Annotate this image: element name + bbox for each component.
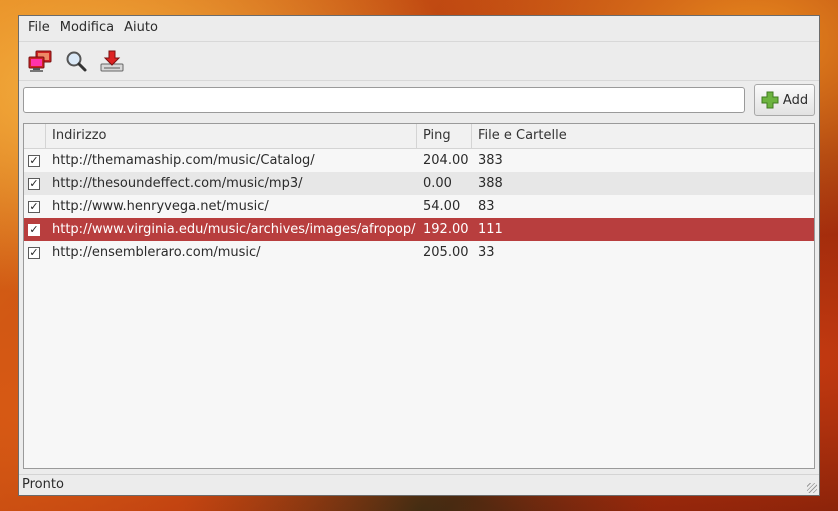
table-row[interactable]: ✓ http://www.henryvega.net/music/ 54.00 … [24, 195, 814, 218]
row-ping: 192.00 [423, 222, 469, 237]
table-row[interactable]: ✓ http://themamaship.com/music/Catalog/ … [24, 149, 814, 172]
add-button[interactable]: Add [754, 84, 815, 116]
row-url: http://www.virginia.edu/music/archives/i… [52, 222, 416, 237]
header-ping[interactable]: Ping [417, 124, 472, 148]
search-button[interactable] [61, 46, 91, 76]
row-checkbox[interactable]: ✓ [28, 154, 40, 167]
row-url: http://ensembleraro.com/music/ [52, 245, 261, 260]
menu-modifica[interactable]: Modifica [55, 16, 119, 40]
row-ping: 205.00 [423, 245, 469, 260]
table-row[interactable]: ✓ http://ensembleraro.com/music/ 205.00 … [24, 241, 814, 264]
row-url: http://thesoundeffect.com/music/mp3/ [52, 176, 303, 191]
url-input[interactable] [23, 87, 745, 113]
header-check[interactable] [24, 124, 46, 148]
status-bar: Pronto [19, 474, 819, 495]
row-ping: 204.00 [423, 153, 469, 168]
network-button[interactable] [25, 46, 55, 76]
toolbar [19, 41, 819, 81]
row-url: http://themamaship.com/music/Catalog/ [52, 153, 315, 168]
row-files: 383 [478, 153, 503, 168]
row-url: http://www.henryvega.net/music/ [52, 199, 269, 214]
row-files: 111 [478, 222, 503, 237]
network-icon [28, 50, 52, 72]
table-row[interactable]: ✓ http://thesoundeffect.com/music/mp3/ 0… [24, 172, 814, 195]
header-files[interactable]: File e Cartelle [472, 124, 814, 148]
row-files: 388 [478, 176, 503, 191]
app-window: File Modifica Aiuto Add Indirizzo Ping F… [18, 15, 820, 496]
row-checkbox[interactable]: ✓ [28, 223, 40, 236]
table-header: Indirizzo Ping File e Cartelle [24, 124, 814, 149]
row-ping: 54.00 [423, 199, 461, 214]
row-files: 83 [478, 199, 495, 214]
download-icon [100, 50, 124, 72]
row-files: 33 [478, 245, 495, 260]
server-table: Indirizzo Ping File e Cartelle ✓ http://… [23, 123, 815, 469]
search-icon [66, 51, 87, 72]
row-ping: 0.00 [423, 176, 452, 191]
row-checkbox[interactable]: ✓ [28, 246, 40, 259]
status-text: Pronto [22, 477, 64, 492]
menu-file[interactable]: File [23, 16, 55, 40]
row-checkbox[interactable]: ✓ [28, 200, 40, 213]
row-checkbox[interactable]: ✓ [28, 177, 40, 190]
table-row-selected[interactable]: ✓ http://www.virginia.edu/music/archives… [24, 218, 814, 241]
menu-aiuto[interactable]: Aiuto [119, 16, 163, 40]
plus-icon [761, 91, 779, 109]
download-button[interactable] [97, 46, 127, 76]
add-button-label: Add [782, 92, 809, 108]
header-indirizzo[interactable]: Indirizzo [46, 124, 417, 148]
menu-bar: File Modifica Aiuto [19, 16, 819, 40]
resize-grip-icon[interactable] [807, 483, 817, 493]
